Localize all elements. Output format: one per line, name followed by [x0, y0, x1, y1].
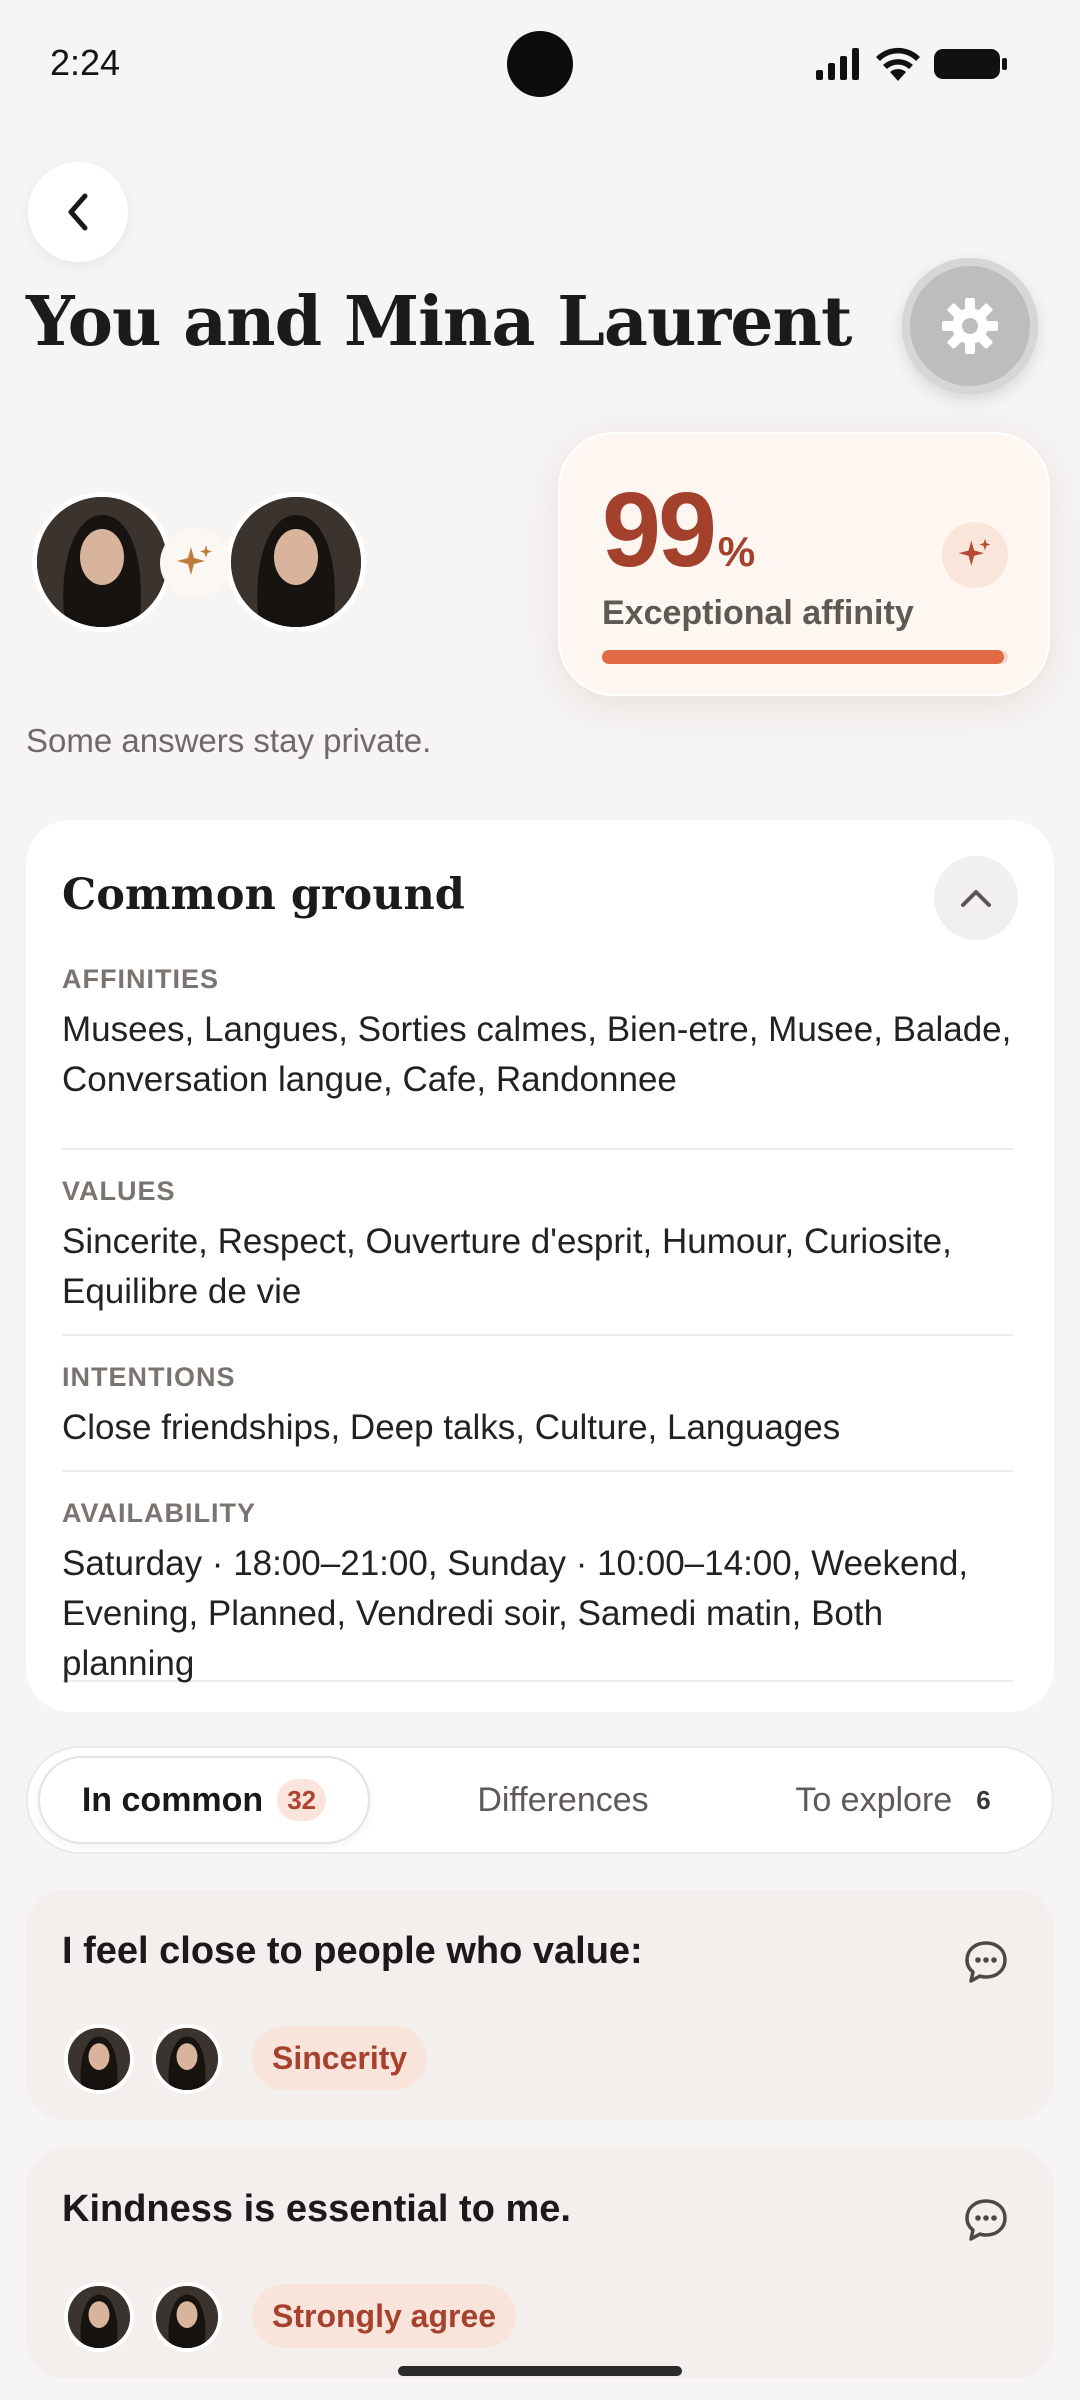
section-affinities: AFFINITIES Musees, Langues, Sorties calm… [62, 964, 1014, 1150]
tab-label: To explore [795, 1780, 953, 1819]
tab-to-explore[interactable]: To explore 6 [748, 1756, 1038, 1844]
battery-icon [934, 49, 1007, 79]
affinity-progress-fill [602, 650, 1004, 664]
home-indicator[interactable] [398, 2366, 682, 2376]
avatar-pair [32, 492, 372, 632]
tab-differences[interactable]: Differences [398, 1756, 728, 1844]
count-badge: 6 [976, 1784, 991, 1815]
chevron-up-icon [961, 890, 991, 907]
affinity-card: 99 % Exceptional affinity [558, 432, 1050, 696]
section-label: VALUES [62, 1176, 176, 1206]
common-ground-card: Common ground AFFINITIES Musees, Langues… [26, 820, 1054, 1712]
common-ground-title: Common ground [62, 870, 465, 920]
tab-label: In common [81, 1780, 264, 1819]
question-card[interactable]: Kindness is essential to me. Strongly ag… [26, 2148, 1054, 2378]
status-bar: 2:24 [0, 0, 1080, 130]
affinity-unit: % [717, 528, 756, 575]
status-time: 2:24 [50, 42, 121, 83]
affinity-progress-bar [602, 650, 1008, 664]
section-label: INTENTIONS [62, 1362, 236, 1392]
count-badge: 32 [277, 1779, 327, 1821]
sparkles-icon [160, 528, 230, 598]
status-icons [816, 44, 1008, 84]
section-label: AVAILABILITY [62, 1498, 256, 1528]
section-intentions: INTENTIONS Close friendships, Deep talks… [62, 1336, 1014, 1472]
question-text: I feel close to people who value: [62, 1930, 643, 1972]
section-label: AFFINITIES [62, 964, 219, 994]
question-text: Kindness is essential to me. [62, 2188, 571, 2230]
respondent-avatars [64, 2282, 222, 2352]
avatar [64, 2282, 134, 2352]
affinity-label: Exceptional affinity [602, 594, 914, 632]
chat-bubble-icon[interactable] [962, 2196, 1010, 2244]
affinity-score: 99 % [602, 470, 755, 591]
answer-pill: Strongly agree [252, 2284, 517, 2348]
avatar [64, 2024, 134, 2094]
privacy-note: Some answers stay private. [26, 722, 432, 759]
wifi-icon [876, 47, 920, 81]
camera-cutout [507, 31, 573, 97]
avatar [152, 2282, 222, 2352]
avatar [226, 492, 366, 632]
settings-button[interactable] [902, 258, 1038, 394]
section-values: VALUES Sincerite, Respect, Ouverture d'e… [62, 1150, 1014, 1336]
avatar [152, 2024, 222, 2094]
signal-icon [816, 48, 859, 80]
section-availability: AVAILABILITY Saturday · 18:00–21:00, Sun… [62, 1472, 1014, 1683]
back-button[interactable] [28, 162, 128, 262]
gear-icon [942, 298, 998, 354]
collapse-button[interactable] [934, 856, 1018, 940]
sparkles-icon [942, 522, 1008, 588]
question-card[interactable]: I feel close to people who value: Sincer… [26, 1890, 1054, 2120]
tab-in-common[interactable]: In common 32 [38, 1756, 370, 1844]
avatar [32, 492, 172, 632]
chat-bubble-icon[interactable] [962, 1938, 1010, 1986]
section-text: Sincerite, Respect, Ouverture d'esprit, … [62, 1222, 952, 1311]
tab-label: Differences [477, 1780, 649, 1819]
section-text: Musees, Langues, Sorties calmes, Bien-et… [62, 1010, 1012, 1099]
section-text: Close friendships, Deep talks, Culture, … [62, 1408, 841, 1447]
section-text: Saturday · 18:00–21:00, Sunday · 10:00–1… [62, 1544, 969, 1683]
tab-bar: In common 32 Differences To explore 6 [26, 1746, 1054, 1854]
page-title: You and Mina Laurent [26, 282, 852, 362]
respondent-avatars [64, 2024, 222, 2094]
affinity-percent: 99 [602, 471, 717, 589]
answer-pill: Sincerity [252, 2026, 428, 2090]
chevron-left-icon [68, 193, 88, 231]
